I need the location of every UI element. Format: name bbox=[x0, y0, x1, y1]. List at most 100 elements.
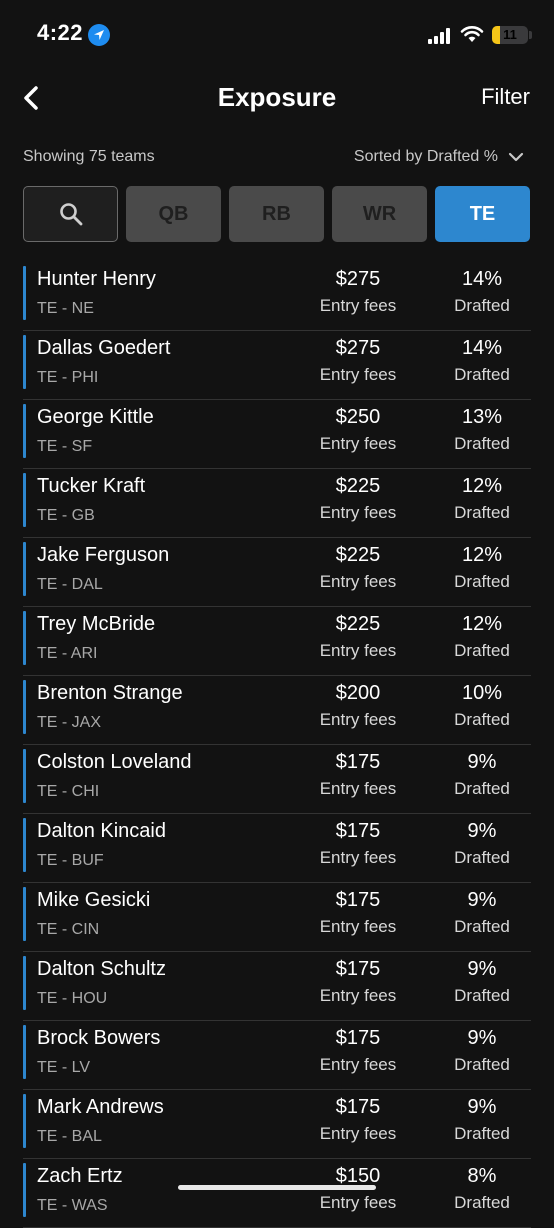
player-row[interactable]: Jake Ferguson TE - DAL $225 Entry fees 12% Dr… bbox=[23, 538, 531, 607]
entry-fee-label: Entry fees bbox=[319, 848, 397, 867]
row-accent-bar bbox=[23, 335, 26, 389]
entry-fee-label: Entry fees bbox=[319, 503, 397, 522]
battery-level: 11 bbox=[503, 27, 517, 42]
player-name: Hunter Henry bbox=[37, 268, 156, 290]
entry-fee-label: Entry fees bbox=[319, 917, 397, 936]
player-name: Trey McBride bbox=[37, 613, 156, 635]
entry-fee-value: $175 bbox=[335, 751, 381, 773]
row-accent-bar bbox=[23, 680, 26, 734]
row-accent-bar bbox=[23, 473, 26, 527]
entry-fee-label: Entry fees bbox=[319, 641, 397, 660]
drafted-percent-value: 13% bbox=[461, 406, 503, 428]
player-position-team: TE - NE bbox=[37, 300, 94, 317]
row-accent-bar bbox=[23, 1025, 26, 1079]
entry-fee-value: $225 bbox=[335, 544, 381, 566]
player-name: Mark Andrews bbox=[37, 1096, 164, 1118]
player-exposure-list: Hunter Henry TE - NE $275 Entry fees 14% Draf… bbox=[23, 262, 531, 1228]
player-row[interactable]: Mark Andrews TE - BAL $175 Entry fees 9% Draf… bbox=[23, 1090, 531, 1159]
entry-fee-value: $175 bbox=[335, 1096, 381, 1118]
entry-fee-label: Entry fees bbox=[319, 779, 397, 798]
position-te-button[interactable]: TE bbox=[435, 186, 530, 242]
entry-fee-label: Entry fees bbox=[319, 296, 397, 315]
player-row[interactable]: Colston Loveland TE - CHI $175 Entry fees 9%… bbox=[23, 745, 531, 814]
drafted-percent-label: Drafted bbox=[454, 1193, 510, 1212]
player-row[interactable]: Zach Ertz TE - WAS $150 Entry fees 8% Drafted bbox=[23, 1159, 531, 1228]
entry-fee-label: Entry fees bbox=[319, 1193, 397, 1212]
drafted-percent-value: 9% bbox=[467, 1096, 497, 1118]
player-row[interactable]: Hunter Henry TE - NE $275 Entry fees 14% Draf… bbox=[23, 262, 531, 331]
player-name: Dalton Kincaid bbox=[37, 820, 166, 842]
location-arrow-icon bbox=[88, 24, 110, 46]
player-row[interactable]: Tucker Kraft TE - GB $225 Entry fees 12% Draf… bbox=[23, 469, 531, 538]
search-icon bbox=[59, 203, 82, 226]
drafted-percent-label: Drafted bbox=[454, 917, 510, 936]
cellular-signal-icon bbox=[428, 28, 454, 44]
home-indicator bbox=[178, 1185, 376, 1190]
row-accent-bar bbox=[23, 542, 26, 596]
drafted-percent-value: 12% bbox=[461, 544, 503, 566]
chevron-down-icon bbox=[508, 152, 524, 162]
player-row[interactable]: George Kittle TE - SF $250 Entry fees 13% Dra… bbox=[23, 400, 531, 469]
position-rb-button[interactable]: RB bbox=[229, 186, 324, 242]
player-position-team: TE - JAX bbox=[37, 714, 102, 731]
wifi-icon bbox=[460, 26, 484, 42]
drafted-percent-label: Drafted bbox=[454, 365, 510, 384]
player-position-team: TE - SF bbox=[37, 438, 93, 455]
row-accent-bar bbox=[23, 1094, 26, 1148]
entry-fee-label: Entry fees bbox=[319, 710, 397, 729]
filter-button[interactable]: Filter bbox=[481, 84, 530, 110]
row-accent-bar bbox=[23, 956, 26, 1010]
position-qb-button[interactable]: QB bbox=[126, 186, 221, 242]
entry-fee-label: Entry fees bbox=[319, 434, 397, 453]
position-wr-button[interactable]: WR bbox=[332, 186, 427, 242]
entry-fee-value: $275 bbox=[335, 268, 381, 290]
player-name: Brock Bowers bbox=[37, 1027, 161, 1049]
drafted-percent-label: Drafted bbox=[454, 1055, 510, 1074]
entry-fee-value: $225 bbox=[335, 613, 381, 635]
entry-fee-value: $175 bbox=[335, 889, 381, 911]
drafted-percent-label: Drafted bbox=[454, 986, 510, 1005]
entry-fee-value: $200 bbox=[335, 682, 381, 704]
player-row[interactable]: Dallas Goedert TE - PHI $275 Entry fees 14% D… bbox=[23, 331, 531, 400]
nav-bar: Exposure Filter bbox=[0, 70, 554, 126]
player-position-team: TE - PHI bbox=[37, 369, 99, 386]
search-button[interactable] bbox=[23, 186, 118, 242]
drafted-percent-label: Drafted bbox=[454, 503, 510, 522]
entry-fee-value: $275 bbox=[335, 337, 381, 359]
row-accent-bar bbox=[23, 1163, 26, 1217]
entry-fee-label: Entry fees bbox=[319, 572, 397, 591]
entry-fee-label: Entry fees bbox=[319, 365, 397, 384]
player-name: Jake Ferguson bbox=[37, 544, 170, 566]
drafted-percent-value: 9% bbox=[467, 820, 497, 842]
row-accent-bar bbox=[23, 266, 26, 320]
drafted-percent-value: 12% bbox=[461, 475, 503, 497]
player-position-team: TE - HOU bbox=[37, 990, 108, 1007]
battery-icon: 11 bbox=[492, 26, 528, 44]
player-row[interactable]: Mike Gesicki TE - CIN $175 Entry fees 9% Draf… bbox=[23, 883, 531, 952]
player-row[interactable]: Dalton Kincaid TE - BUF $175 Entry fees 9% Dr… bbox=[23, 814, 531, 883]
player-name: Zach Ertz bbox=[37, 1165, 123, 1187]
drafted-percent-label: Drafted bbox=[454, 434, 510, 453]
player-name: Dallas Goedert bbox=[37, 337, 171, 359]
player-row[interactable]: Dalton Schultz TE - HOU $175 Entry fees 9% Dr… bbox=[23, 952, 531, 1021]
drafted-percent-value: 9% bbox=[467, 751, 497, 773]
player-name: Mike Gesicki bbox=[37, 889, 151, 911]
entry-fee-value: $175 bbox=[335, 820, 381, 842]
player-row[interactable]: Brock Bowers TE - LV $175 Entry fees 9% Draft… bbox=[23, 1021, 531, 1090]
row-accent-bar bbox=[23, 887, 26, 941]
player-position-team: TE - ARI bbox=[37, 645, 98, 662]
page-title: Exposure bbox=[217, 82, 337, 112]
player-row[interactable]: Trey McBride TE - ARI $225 Entry fees 12% Dra… bbox=[23, 607, 531, 676]
drafted-percent-value: 12% bbox=[461, 613, 503, 635]
status-bar: 4:22 11 bbox=[0, 0, 554, 70]
player-position-team: TE - LV bbox=[37, 1059, 91, 1076]
player-position-team: TE - DAL bbox=[37, 576, 103, 593]
teams-count: Showing 75 teams bbox=[23, 148, 155, 165]
player-position-team: TE - GB bbox=[37, 507, 95, 524]
sort-dropdown[interactable]: Sorted by Drafted % bbox=[354, 148, 524, 166]
player-name: George Kittle bbox=[37, 406, 154, 428]
entry-fee-value: $250 bbox=[335, 406, 381, 428]
row-accent-bar bbox=[23, 818, 26, 872]
player-position-team: TE - CHI bbox=[37, 783, 100, 800]
player-row[interactable]: Brenton Strange TE - JAX $200 Entry fees 10%… bbox=[23, 676, 531, 745]
